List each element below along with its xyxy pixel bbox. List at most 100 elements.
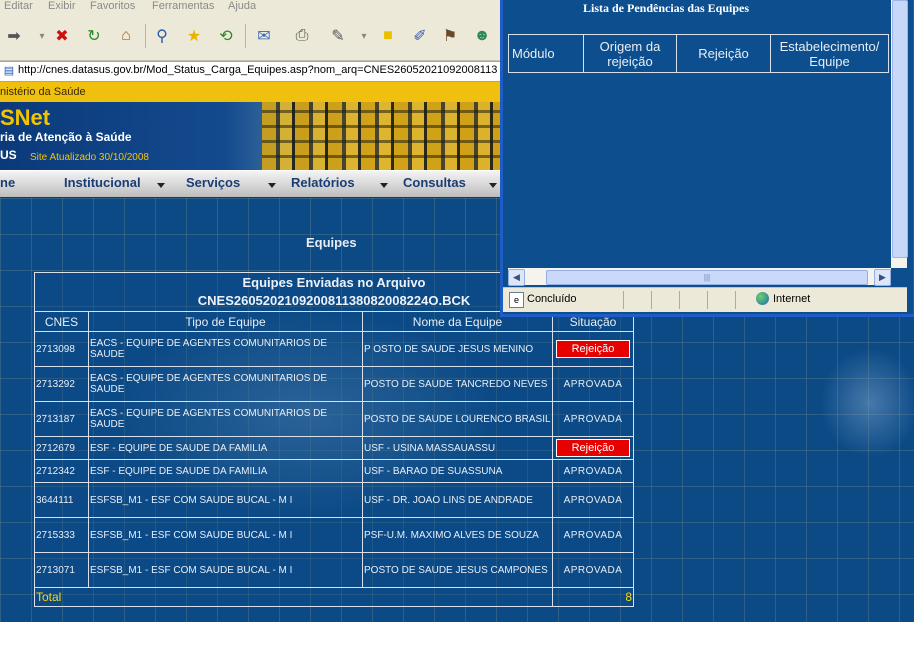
cnes-cell: 2713098: [34, 331, 89, 367]
cnes-cell-text: 2713098: [36, 343, 75, 355]
pending-table: Módulo Origem da rejeição Rejeição Estab…: [508, 34, 889, 73]
history-icon[interactable]: ⟲: [214, 24, 238, 48]
chevron-down-icon: [268, 183, 276, 188]
tipo-cell: ESFSB_M1 - ESF COM SAUDE BUCAL - M I: [88, 552, 363, 588]
horizontal-scrollbar[interactable]: ◀ ||| ▶: [508, 268, 891, 286]
vertical-scrollbar[interactable]: [891, 0, 908, 268]
table-row: 2712342 ESF - EQUIPE DE SAUDE DA FAMILIA U…: [34, 459, 634, 483]
scroll-right-icon[interactable]: ▶: [874, 269, 891, 286]
situacao-cell: APROVADA: [552, 552, 634, 588]
nav-item-institucional[interactable]: Institucional: [64, 175, 141, 190]
menu-exibir[interactable]: Exibir: [48, 0, 76, 12]
aprovada-status: APROVADA: [563, 465, 623, 477]
column-header-modulo: Módulo: [508, 34, 584, 73]
nav-item-consultas[interactable]: Consultas: [403, 175, 466, 190]
horizontal-scroll-thumb[interactable]: |||: [546, 270, 868, 285]
toolbar-divider: [245, 24, 246, 48]
nome-cell: POSTO DE SAUDE TANCREDO NEVES: [362, 366, 553, 402]
column-header-tipo: Tipo de Equipe: [88, 311, 363, 332]
nome-cell: P OSTO DE SAUDE JESUS MENINO: [362, 331, 553, 367]
tipo-cell-text: ESF - EQUIPE DE SAUDE DA FAMILIA: [90, 465, 268, 477]
toolbar-divider: [145, 24, 146, 48]
table-row: 2713292 EACS - EQUIPE DE AGENTES COMUNITA…: [34, 366, 634, 402]
equipes-table: Equipes Enviadas no Arquivo CNES26052021…: [34, 272, 634, 607]
situacao-cell: Rejeição: [552, 436, 634, 460]
nome-cell: USF - DR. JOAO LINS DE ANDRADE: [362, 482, 553, 518]
table-title: Equipes Enviadas no Arquivo: [242, 275, 426, 290]
toolbar: ➡ ▾ ✖ ↻ ⌂ ⚲ ★ ⟲ ✉ ⎙ ✎ ▾ ■ ✐ ⚑ ☻: [0, 14, 500, 61]
banner-photo-overlay: [262, 102, 500, 170]
research-icon[interactable]: ⚑: [438, 24, 462, 48]
nome-cell: POSTO DE SAUDE JESUS CAMPONES: [362, 552, 553, 588]
page-icon: ▤: [3, 65, 15, 77]
ministry-label: nistério da Saúde: [0, 86, 86, 98]
notes-icon[interactable]: ■: [376, 24, 400, 48]
pending-header-row: Módulo Origem da rejeição Rejeição Estab…: [508, 34, 889, 73]
menu-ajuda[interactable]: Ajuda: [228, 0, 256, 12]
address-url[interactable]: http://cnes.datasus.gov.br/Mod_Status_Ca…: [18, 64, 497, 76]
cnes-cell: 2713187: [34, 401, 89, 437]
cnes-cell-text: 3644111: [36, 494, 74, 506]
home-icon[interactable]: ⌂: [114, 24, 138, 48]
scroll-left-icon[interactable]: ◀: [508, 269, 525, 286]
dropdown-arrow-icon[interactable]: ▾: [352, 24, 376, 48]
menu-favoritos[interactable]: Favoritos: [90, 0, 135, 12]
nome-cell-text: POSTO DE SAUDE LOURENCO BRASIL: [364, 413, 551, 425]
tipo-cell: EACS - EQUIPE DE AGENTES COMUNITARIOS DE…: [88, 366, 363, 402]
tipo-cell: ESFSB_M1 - ESF COM SAUDE BUCAL - M I: [88, 482, 363, 518]
messenger-icon[interactable]: ✐: [408, 24, 432, 48]
site-sus-label: US: [0, 148, 17, 162]
cnes-cell: 3644111: [34, 482, 89, 518]
total-label: Total: [34, 587, 553, 607]
rejeicao-badge[interactable]: Rejeição: [556, 340, 630, 358]
refresh-icon[interactable]: ↻: [82, 24, 106, 48]
rejeicao-badge[interactable]: Rejeição: [556, 439, 630, 457]
cnes-cell-text: 2712679: [36, 442, 75, 454]
status-divider: [707, 291, 708, 309]
table-row: 2712679 ESF - EQUIPE DE SAUDE DA FAMILIA U…: [34, 436, 634, 460]
print-icon[interactable]: ⎙: [290, 24, 314, 48]
cnes-cell-text: 2713187: [36, 413, 75, 425]
nome-cell-text: USF - USINA MASSAUASSU: [364, 442, 496, 454]
search-icon[interactable]: ⚲: [150, 24, 174, 48]
popup-title: Lista de Pendências das Equipes: [583, 1, 750, 15]
menu-ferramentas[interactable]: Ferramentas: [152, 0, 214, 12]
table-row: 2713098 EACS - EQUIPE DE AGENTES COMUNITA…: [34, 331, 634, 367]
status-text: Concluído: [527, 293, 577, 305]
stop-icon[interactable]: ✖: [50, 24, 74, 48]
aprovada-status: APROVADA: [563, 378, 623, 390]
nav-item-relatorios[interactable]: Relatórios: [291, 175, 355, 190]
favorites-star-icon[interactable]: ★: [182, 24, 206, 48]
situacao-cell: APROVADA: [552, 482, 634, 518]
address-bar[interactable]: ▤ http://cnes.datasus.gov.br/Mod_Status_…: [0, 61, 500, 82]
nav-item-servicos[interactable]: Serviços: [186, 175, 240, 190]
table-row: 2715333 ESFSB_M1 - ESF COM SAUDE BUCAL - …: [34, 517, 634, 553]
tipo-cell-text: ESF - EQUIPE DE SAUDE DA FAMILIA: [90, 442, 268, 454]
cnes-cell: 2712342: [34, 459, 89, 483]
cnes-cell: 2713292: [34, 366, 89, 402]
cnes-cell: 2713071: [34, 552, 89, 588]
table-row: 2713071 ESFSB_M1 - ESF COM SAUDE BUCAL - …: [34, 552, 634, 588]
page-done-icon: e: [509, 292, 524, 308]
cnes-cell-text: 2713071: [36, 564, 75, 576]
tipo-cell: ESF - EQUIPE DE SAUDE DA FAMILIA: [88, 459, 363, 483]
tipo-cell: ESF - EQUIPE DE SAUDE DA FAMILIA: [88, 436, 363, 460]
status-bar: e Concluído Internet: [503, 287, 907, 312]
users-icon[interactable]: ☻: [470, 24, 494, 48]
nome-cell-text: USF - DR. JOAO LINS DE ANDRADE: [364, 494, 533, 506]
aprovada-status: APROVADA: [563, 413, 623, 425]
mail-icon[interactable]: ✉: [252, 24, 276, 48]
menu-editar[interactable]: Editar: [4, 0, 33, 12]
cnes-cell-text: 2713292: [36, 378, 75, 390]
nav-item-home[interactable]: ne: [0, 175, 15, 190]
cnes-cell-text: 2715333: [36, 529, 75, 541]
vertical-scroll-thumb[interactable]: [892, 0, 908, 258]
forward-icon[interactable]: ➡: [2, 24, 26, 48]
status-divider: [735, 291, 736, 309]
cnes-cell: 2712679: [34, 436, 89, 460]
edit-icon[interactable]: ✎: [326, 24, 350, 48]
chevron-down-icon: [380, 183, 388, 188]
cnes-cell: 2715333: [34, 517, 89, 553]
aprovada-status: APROVADA: [563, 564, 623, 576]
tipo-cell: EACS - EQUIPE DE AGENTES COMUNITARIOS DE…: [88, 331, 363, 367]
